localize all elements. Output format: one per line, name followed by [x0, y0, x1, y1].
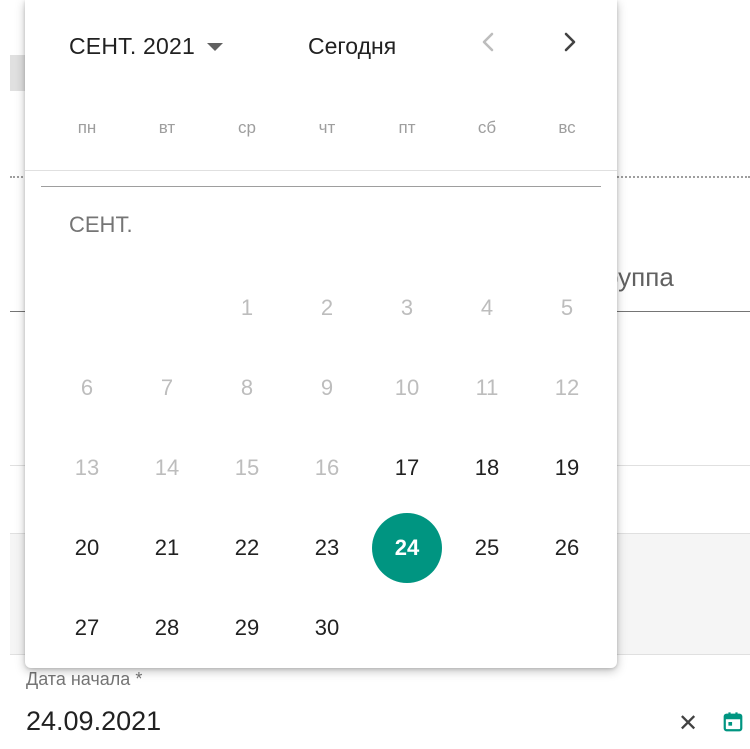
day-cell[interactable]: 28 — [127, 588, 207, 668]
weekday-label: ср — [238, 118, 256, 137]
week-row: 13 14 15 16 17 18 19 — [47, 428, 607, 508]
empty-day-cell — [47, 268, 127, 348]
day-cell[interactable]: 21 — [127, 508, 207, 588]
month-section-label: СЕНТ. — [69, 212, 133, 237]
day-cell-disabled: 16 — [314, 455, 340, 480]
week-row: 1 2 3 4 5 — [47, 268, 607, 348]
day-cell[interactable]: 26 — [527, 508, 607, 588]
day-cell[interactable]: 29 — [207, 588, 287, 668]
close-icon[interactable]: ✕ — [678, 712, 698, 736]
day-cell-disabled: 15 — [234, 455, 260, 480]
week-row: 27 28 29 30 — [47, 588, 607, 668]
day-cell-disabled: 13 — [74, 455, 100, 480]
day-cell-disabled: 7 — [160, 375, 174, 400]
weekday-label: сб — [477, 118, 497, 137]
day-cell-disabled: 1 — [240, 295, 254, 320]
day-cell[interactable]: 22 — [207, 508, 287, 588]
day-cell[interactable]: 18 — [447, 428, 527, 508]
day-cell[interactable]: 23 — [287, 508, 367, 588]
day-cell-disabled: 9 — [320, 375, 334, 400]
week-row: 20 21 22 23 24 25 26 — [47, 508, 607, 588]
weekday-label: пт — [398, 118, 416, 137]
today-button[interactable]: Сегодня — [308, 28, 396, 64]
day-cell[interactable]: 17 — [367, 428, 447, 508]
calendar-icon[interactable] — [722, 711, 744, 733]
day-cell-disabled: 2 — [320, 295, 334, 320]
day-cell-disabled: 11 — [475, 375, 499, 400]
month-divider — [41, 186, 601, 187]
day-cell[interactable]: 30 — [287, 588, 367, 668]
chevron-right-icon[interactable] — [551, 24, 587, 60]
day-cell-disabled: 6 — [80, 375, 94, 400]
day-grid: 1 2 3 4 5 6 7 8 9 10 11 12 13 14 15 16 17 18 19 20 21 22 23 24 2… — [47, 268, 607, 668]
header-divider — [25, 170, 617, 171]
day-cell-disabled: 3 — [400, 295, 414, 320]
day-cell-disabled: 10 — [394, 375, 420, 400]
month-year-label: СЕНТ. 2021 — [69, 32, 196, 59]
day-cell-disabled: 4 — [480, 295, 494, 320]
date-picker-popup: СЕНТ. 2021 Сегодня пн вт ср чт пт сб вс … — [25, 0, 617, 668]
day-selected[interactable]: 24 — [367, 508, 447, 588]
day-cell-disabled: 14 — [154, 455, 180, 480]
day-cell[interactable]: 25 — [447, 508, 527, 588]
day-cell-disabled: 5 — [560, 295, 574, 320]
weekday-label: вт — [158, 118, 176, 137]
start-date-input[interactable]: 24.09.2021 — [26, 706, 161, 737]
empty-day-cell — [447, 588, 527, 668]
weekday-label: вс — [558, 118, 576, 137]
month-year-selector[interactable]: СЕНТ. 2021 — [69, 28, 224, 64]
day-cell[interactable]: 20 — [47, 508, 127, 588]
day-cell-disabled: 12 — [554, 375, 580, 400]
day-cell[interactable]: 19 — [527, 428, 607, 508]
empty-day-cell — [127, 268, 207, 348]
caret-down-icon — [207, 43, 224, 51]
weekday-header: пн вт ср чт пт сб вс — [47, 118, 607, 138]
empty-day-cell — [527, 588, 607, 668]
start-date-label: Дата начала * — [26, 669, 143, 689]
chevron-left-icon[interactable] — [471, 24, 507, 60]
day-cell[interactable]: 27 — [47, 588, 127, 668]
week-row: 6 7 8 9 10 11 12 — [47, 348, 607, 428]
empty-day-cell — [367, 588, 447, 668]
day-cell-disabled: 8 — [240, 375, 254, 400]
weekday-label: чт — [318, 118, 336, 137]
weekday-label: пн — [77, 118, 97, 137]
